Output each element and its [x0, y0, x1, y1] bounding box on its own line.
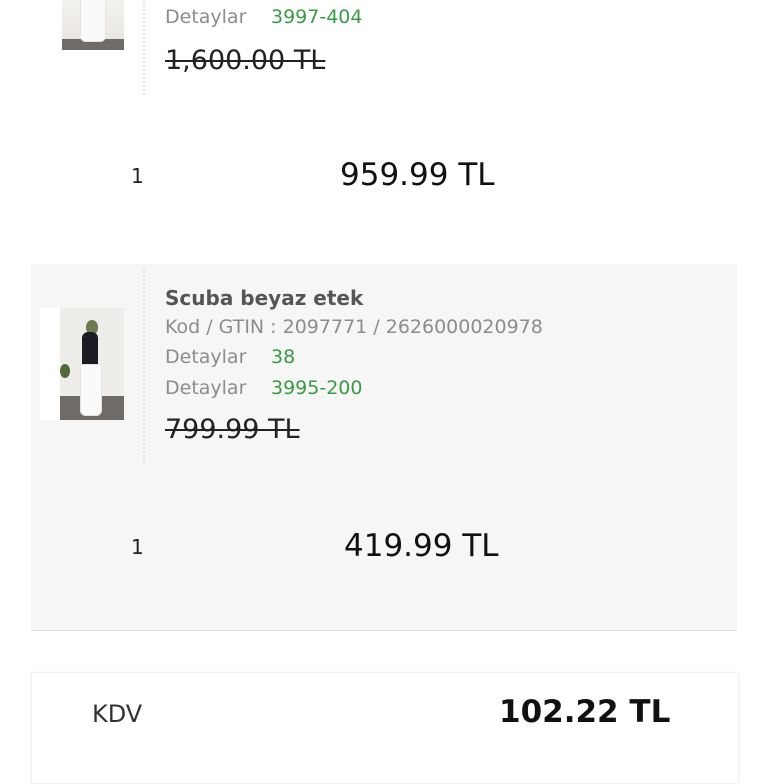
item-divider-1 [143, 0, 145, 95]
quantity: 1 [131, 535, 144, 559]
product-image-1[interactable] [62, 0, 124, 50]
detail-value-variant: 3995-200 [271, 377, 363, 399]
detail-label: Detaylar [165, 377, 247, 399]
quantity: 1 [131, 164, 144, 188]
product-image-2[interactable] [40, 308, 124, 420]
product-code: Kod / GTIN : 2097771 / 2626000020978 [165, 316, 543, 338]
detail-value-size: 38 [271, 346, 296, 368]
detail-label: Detaylar [165, 346, 247, 368]
old-price: 799.99 TL [165, 414, 300, 445]
kdv-label: KDV [92, 700, 143, 728]
item-price: 419.99 TL [344, 528, 499, 564]
kdv-value: 102.22 TL [499, 694, 671, 730]
old-price: 1,600.00 TL [165, 45, 326, 76]
item-divider-2 [143, 268, 145, 464]
item-price: 959.99 TL [340, 157, 495, 193]
product-name[interactable]: Scuba beyaz etek [165, 286, 363, 310]
detail-value: 3997-404 [271, 6, 363, 28]
detail-label: Detaylar [165, 6, 247, 28]
